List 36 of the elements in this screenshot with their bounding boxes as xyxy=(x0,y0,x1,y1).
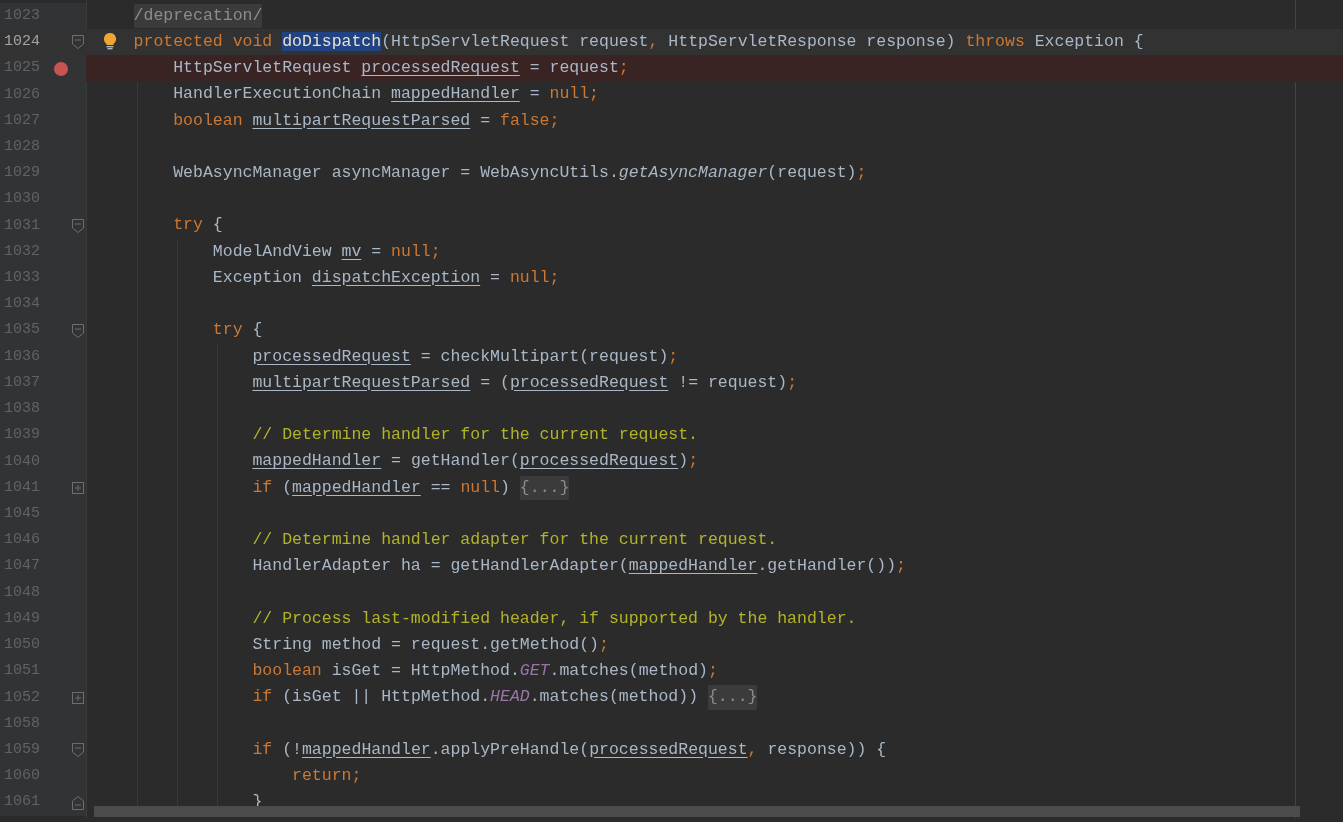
expand-icon[interactable] xyxy=(72,482,84,495)
code-text: String method = request.getMethod(); xyxy=(252,634,609,656)
code-text: if (mappedHandler == null) xyxy=(252,476,511,499)
code-text: // Process last-modified header, if supported by the handler. xyxy=(252,607,857,630)
code-text: return; xyxy=(292,765,362,788)
code-text: WebAsyncManager asyncManager = WebAsyncUtils.getAsyncManager(request); xyxy=(173,162,867,185)
folded-code[interactable]: /deprecation/ xyxy=(133,3,263,29)
code-text: ModelAndView mv = null; xyxy=(212,240,441,263)
lightbulb-icon[interactable] xyxy=(103,32,117,51)
folded-code[interactable]: {...} xyxy=(707,685,758,711)
fold-icon[interactable] xyxy=(72,35,84,50)
code-text: HttpServletRequest processedRequest = request; xyxy=(173,57,629,80)
fold-icon[interactable] xyxy=(72,743,84,758)
expand-icon[interactable] xyxy=(72,691,84,704)
code-text: // Determine handler for the current request. xyxy=(252,424,698,447)
code-text: processedRequest = checkMultipart(request); xyxy=(252,345,679,368)
code-text: boolean isGet = HttpMethod.GET.matches(method); xyxy=(252,660,718,683)
horizontal-scrollbar[interactable] xyxy=(94,806,1300,817)
code-text: HandlerAdapter ha = getHandlerAdapter(mappedHandler.getHandler()); xyxy=(252,555,906,578)
code-text: mappedHandler = getHandler(processedRequest); xyxy=(252,450,699,473)
fold-icon[interactable] xyxy=(72,323,84,338)
code-text: protected void doDispatch(HttpServletRequest request, HttpServletResponse response) throws Exception { xyxy=(133,30,1144,53)
code-text: try { xyxy=(173,214,223,237)
code-text: if (isGet || HttpMethod.HEAD.matches(method)) xyxy=(252,686,700,709)
line-number: 1024 xyxy=(3,32,40,53)
code-text: // Determine handler adapter for the current request. xyxy=(252,529,778,552)
code-text: multipartRequestParsed = (processedRequest != request); xyxy=(252,371,798,394)
code-text: HandlerExecutionChain mappedHandler = null; xyxy=(173,83,600,106)
fold-icon[interactable] xyxy=(72,795,84,810)
breakpoint-icon[interactable] xyxy=(54,61,68,76)
code-text: Exception dispatchException = null; xyxy=(212,266,560,289)
code-text: boolean multipartRequestParsed = false; xyxy=(173,109,560,132)
folded-code[interactable]: {...} xyxy=(519,475,570,501)
code-text: try { xyxy=(212,319,263,342)
code-text: if (!mappedHandler.applyPreHandle(processedRequest, response)) { xyxy=(252,738,887,761)
fold-icon[interactable] xyxy=(72,218,84,233)
